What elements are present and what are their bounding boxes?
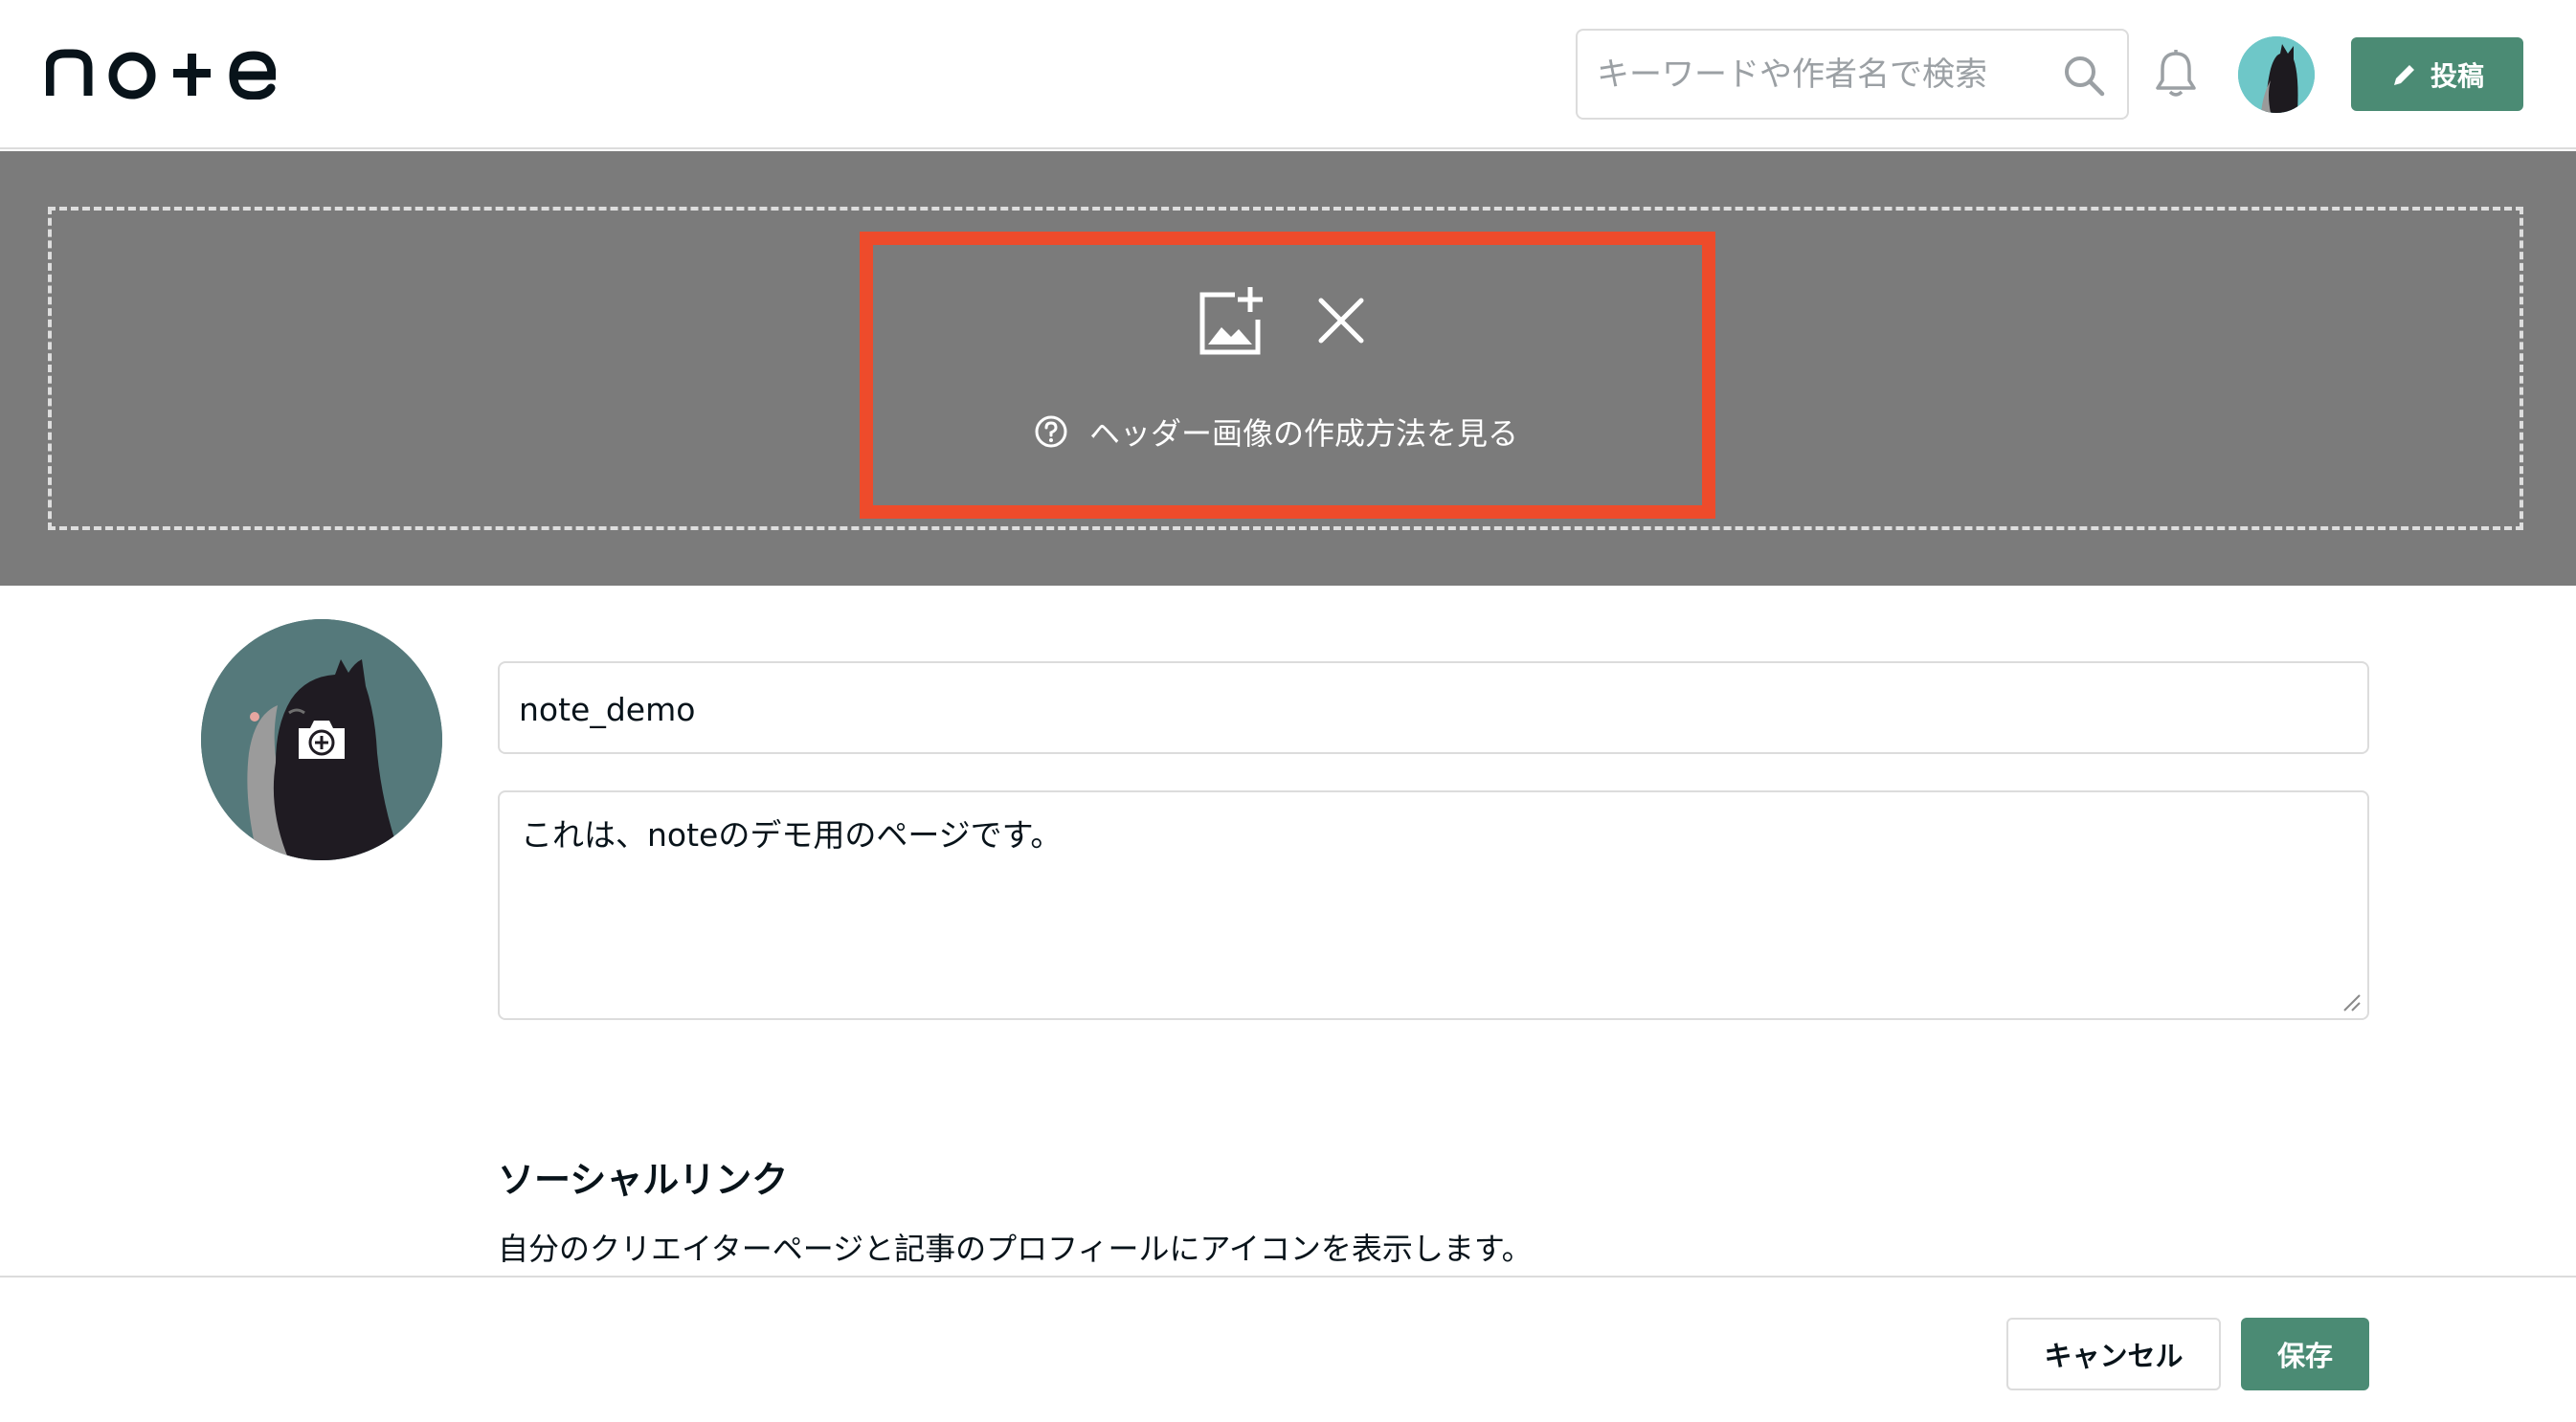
search-box[interactable] (1576, 29, 2129, 120)
search-input[interactable] (1597, 48, 2047, 101)
post-button[interactable]: 投稿 (2351, 37, 2523, 111)
bio-field[interactable]: これは、noteのデモ用のページです。 (498, 790, 2369, 1020)
post-button-label: 投稿 (2430, 59, 2484, 92)
note-logo[interactable] (46, 46, 276, 100)
bio-textarea[interactable]: これは、noteのデモ用のページです。 (521, 813, 2320, 995)
action-footer: キャンセル 保存 (0, 1276, 2576, 1422)
header-help-text: ヘッダー画像の作成方法を見る (1089, 415, 1519, 452)
name-field[interactable] (498, 661, 2369, 754)
add-image-icon[interactable] (1195, 285, 1267, 358)
resize-grip-icon[interactable] (2341, 991, 2362, 1012)
close-icon[interactable] (1315, 295, 1367, 346)
profile-avatar[interactable] (201, 619, 442, 860)
header-image-help-link[interactable]: ヘッダー画像の作成方法を見る (1034, 408, 1518, 455)
save-button[interactable]: 保存 (2241, 1318, 2369, 1390)
cancel-button[interactable]: キャンセル (2006, 1318, 2221, 1390)
cat-avatar-image (2238, 36, 2315, 113)
user-avatar[interactable] (2238, 36, 2315, 113)
highlight-annotation-box (860, 232, 1715, 519)
question-circle-icon (1035, 415, 1067, 448)
social-links-heading: ソーシャルリンク (498, 1159, 789, 1201)
bell-icon[interactable] (2154, 48, 2198, 100)
header-image-area: ヘッダー画像の作成方法を見る (0, 151, 2576, 586)
search-icon[interactable] (2062, 54, 2106, 98)
top-navigation: 投稿 (0, 0, 2576, 149)
social-links-description: 自分のクリエイターページと記事のプロフィールにアイコンを表示します。 (498, 1231, 1533, 1267)
camera-plus-icon (299, 721, 345, 759)
pencil-icon (2393, 64, 2414, 85)
name-input[interactable] (519, 682, 2338, 736)
